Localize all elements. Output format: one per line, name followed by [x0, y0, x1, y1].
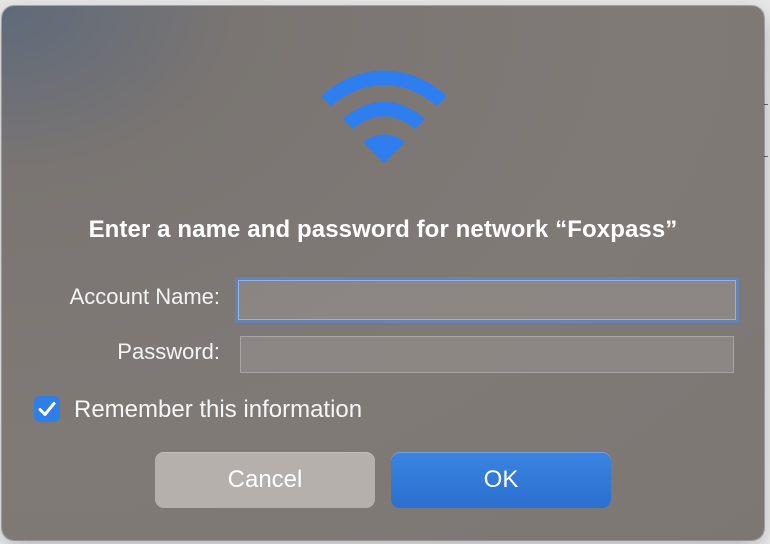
ok-button[interactable]: OK — [391, 452, 611, 508]
remember-label[interactable]: Remember this information — [74, 396, 362, 424]
password-label: Password: — [117, 339, 220, 364]
remember-checkbox[interactable] — [34, 396, 60, 422]
account-name-field[interactable] — [238, 280, 736, 320]
checkmark-icon — [38, 402, 56, 416]
wifi-login-dialog: Enter a name and password for network “F… — [2, 6, 764, 540]
wifi-arc-middle — [343, 101, 425, 129]
password-input[interactable] — [241, 337, 733, 372]
ok-button-label: OK — [483, 466, 519, 493]
account-name-label: Account Name: — [69, 284, 220, 309]
wifi-arc-inner — [363, 134, 405, 163]
cancel-button-label: Cancel — [227, 466, 303, 493]
wifi-icon — [321, 70, 447, 163]
wifi-arc-outer — [321, 70, 447, 106]
cancel-button[interactable]: Cancel — [155, 452, 375, 508]
password-field[interactable] — [240, 336, 734, 373]
dialog-title: Enter a name and password for network “F… — [88, 216, 678, 243]
account-name-input[interactable] — [239, 281, 735, 319]
